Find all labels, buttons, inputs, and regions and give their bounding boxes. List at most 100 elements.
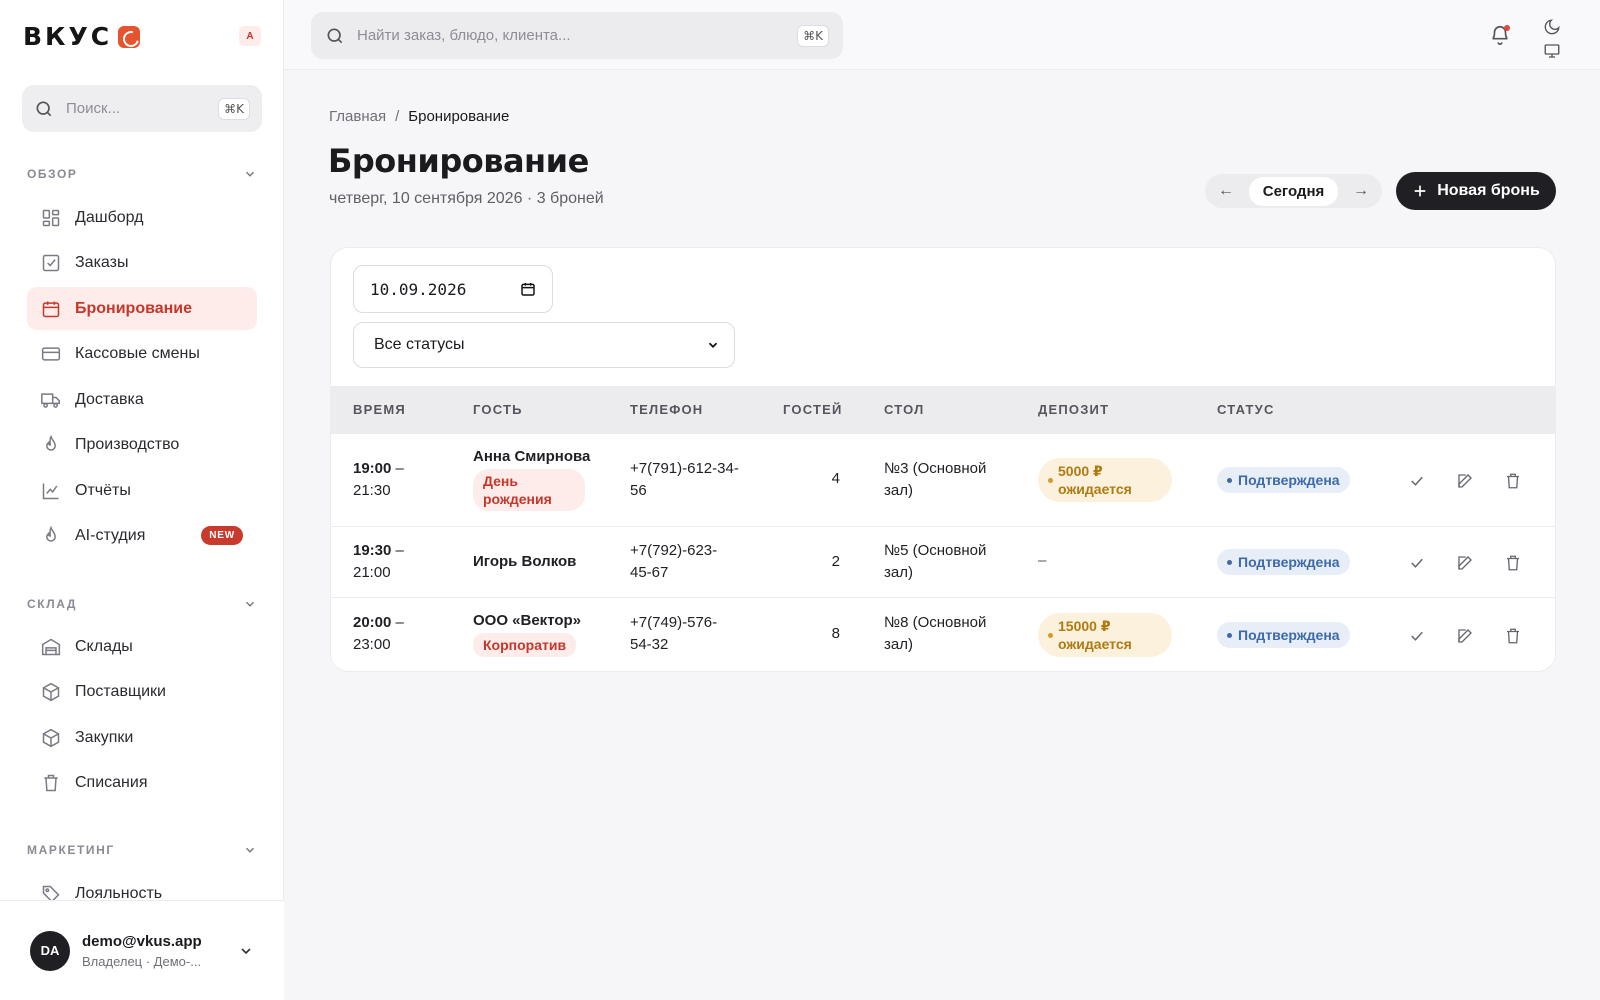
sidebar-item-reservations[interactable]: Бронирование (27, 287, 257, 330)
search-icon (34, 99, 54, 119)
delete-icon[interactable] (1504, 554, 1522, 572)
topbar: Найти заказ, блюдо, клиента... ⌘K (284, 0, 1600, 70)
sidebar-item-reports[interactable]: Отчёты (27, 469, 257, 512)
guest-phone: +7(792)-623- 45-67 (630, 542, 718, 581)
table-number: №8 (Основной зал) (884, 614, 987, 653)
box-icon (41, 728, 61, 748)
moon-icon (1543, 18, 1561, 36)
guest-count: 8 (831, 625, 840, 642)
sidebar-item-delivery[interactable]: Доставка (27, 378, 257, 421)
sidebar-item-orders[interactable]: Заказы (27, 241, 257, 284)
calendar-icon (41, 299, 61, 319)
status-badge: Подтверждена (1217, 622, 1350, 648)
chevron-down-icon (243, 167, 257, 181)
prev-day-button[interactable]: ← (1209, 177, 1243, 205)
col-table[interactable]: СТОЛ (884, 402, 924, 417)
confirm-icon[interactable] (1408, 627, 1426, 645)
monitor-icon (1543, 42, 1561, 60)
col-status[interactable]: СТАТУС (1217, 402, 1275, 417)
table-row[interactable]: 19:30 – 21:00 Игорь Волков +7(792)-623- 4… (331, 527, 1555, 598)
user-email: demo@vkus.app (82, 932, 202, 950)
shortcut-hint: ⌘K (797, 24, 829, 47)
table-row[interactable]: 20:00 – 23:00 ООО «Вектор» Корпоратив +7… (331, 598, 1555, 671)
sidebar-item-warehouses[interactable]: Склады (27, 625, 257, 668)
chevron-down-icon (706, 338, 720, 352)
confirm-icon[interactable] (1408, 472, 1426, 490)
avatar: DA (30, 930, 70, 971)
next-day-button[interactable]: → (1344, 177, 1378, 205)
guest-name: Анна Смирнова (473, 448, 591, 465)
brand-name: ВКУС (23, 22, 113, 51)
plus-icon (1412, 183, 1428, 199)
table-header: ВРЕМЯ ГОСТЬ ТЕЛЕФОН ГОСТЕЙ СТОЛ ДЕПОЗИТ … (331, 386, 1555, 434)
warehouse-icon (41, 637, 61, 657)
flame-icon (41, 434, 61, 455)
trash-icon (41, 773, 61, 793)
reservations-card: 10.09.2026 Все статусы ВРЕМЯ ГОСТЬ ТЕЛЕФ… (330, 247, 1556, 672)
occasion-tag: День рождения (473, 469, 585, 511)
sidebar: ВКУС A Поиск... ⌘K ОБЗОР Дашборд Заказы … (0, 0, 284, 1000)
col-phone[interactable]: ТЕЛЕФОН (630, 402, 703, 417)
shortcut-hint: ⌘K (218, 97, 250, 120)
new-reservation-button[interactable]: Новая бронь (1396, 172, 1556, 210)
sidebar-item-ai-studio[interactable]: AI-студия NEW (27, 514, 257, 557)
section-overview-header[interactable]: ОБЗОР (27, 167, 257, 181)
search-icon (325, 26, 345, 46)
occasion-tag: Корпоратив (473, 633, 577, 657)
account-avatar[interactable]: A (239, 26, 261, 46)
section-marketing-header[interactable]: МАРКЕТИНГ (27, 843, 257, 857)
status-badge: Подтверждена (1217, 467, 1350, 493)
table-number: №3 (Основной зал) (884, 460, 987, 499)
global-search[interactable]: Найти заказ, блюдо, клиента... ⌘K (311, 12, 843, 59)
sidebar-item-write-offs[interactable]: Списания (27, 761, 257, 804)
notifications-button[interactable] (1489, 24, 1511, 46)
page-subtitle: четверг, 10 сентября 2026 · 3 броней (329, 190, 604, 207)
sidebar-search[interactable]: Поиск... ⌘K (22, 85, 262, 132)
sidebar-item-production[interactable]: Производство (27, 423, 257, 466)
deposit-badge: 5000 ₽ ожидается (1038, 458, 1172, 502)
confirm-icon[interactable] (1408, 554, 1426, 572)
checkbox-icon (41, 253, 61, 273)
sidebar-item-suppliers[interactable]: Поставщики (27, 670, 257, 713)
date-field[interactable]: 10.09.2026 (353, 265, 553, 313)
guest-name: Игорь Волков (473, 553, 577, 570)
guest-count: 2 (831, 553, 840, 570)
breadcrumb-current: Бронирование (408, 108, 510, 125)
dark-mode-toggle[interactable] (1543, 18, 1561, 36)
delete-icon[interactable] (1504, 472, 1522, 490)
col-time[interactable]: ВРЕМЯ (353, 402, 406, 417)
sidebar-search-input[interactable]: Поиск... (66, 100, 206, 117)
delete-icon[interactable] (1504, 627, 1522, 645)
global-search-input[interactable]: Найти заказ, блюдо, клиента... (357, 27, 785, 44)
edit-icon[interactable] (1456, 627, 1474, 645)
sidebar-item-cash-shifts[interactable]: Кассовые смены (27, 332, 257, 375)
chevron-down-icon (243, 843, 257, 857)
status-badge: Подтверждена (1217, 549, 1350, 575)
notification-dot (1504, 25, 1510, 31)
breadcrumb: Главная / Бронирование (329, 108, 509, 125)
system-theme-toggle[interactable] (1543, 42, 1561, 60)
col-deposit[interactable]: ДЕПОЗИТ (1038, 402, 1109, 417)
calendar-icon[interactable] (520, 281, 536, 297)
edit-icon[interactable] (1456, 554, 1474, 572)
col-guests[interactable]: ГОСТЕЙ (783, 402, 843, 417)
guest-count: 4 (831, 470, 840, 487)
sidebar-item-dashboard[interactable]: Дашборд (27, 196, 257, 239)
today-button[interactable]: Сегодня (1248, 176, 1339, 206)
breadcrumb-separator: / (395, 108, 400, 125)
brand[interactable]: ВКУС (23, 22, 141, 51)
user-role: Владелец · Демо-... (82, 953, 202, 969)
col-guest[interactable]: ГОСТЬ (473, 402, 523, 417)
table-number: №5 (Основной зал) (884, 542, 987, 581)
table-row[interactable]: 19:00 – 21:30 Анна Смирнова День рождени… (331, 434, 1555, 527)
deposit-empty: – (1038, 552, 1047, 569)
status-filter-select[interactable]: Все статусы (353, 322, 735, 368)
guest-phone: +7(749)-576- 54-32 (630, 614, 718, 653)
breadcrumb-home[interactable]: Главная (329, 108, 386, 125)
user-menu[interactable]: DA demo@vkus.app Владелец · Демо-... (0, 900, 284, 1000)
section-warehouse-header[interactable]: СКЛАД (27, 597, 257, 611)
chevron-down-icon (243, 597, 257, 611)
edit-icon[interactable] (1456, 472, 1474, 490)
box-icon (41, 682, 61, 702)
sidebar-item-purchases[interactable]: Закупки (27, 716, 257, 759)
